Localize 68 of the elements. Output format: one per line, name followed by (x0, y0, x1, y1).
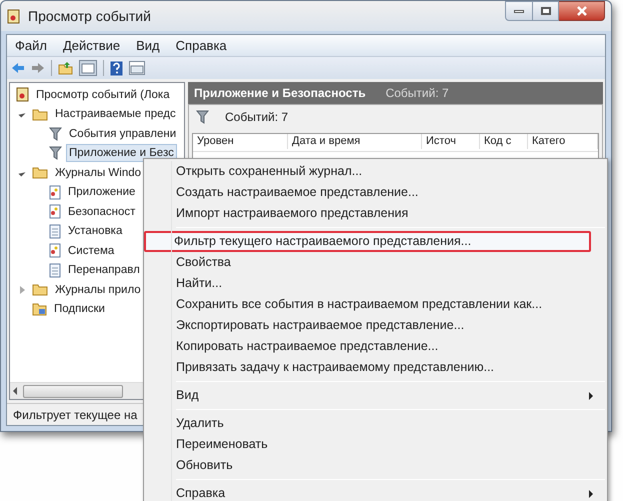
tree-item[interactable]: Настраиваемые предс (52, 105, 179, 124)
event-viewer-icon (16, 87, 29, 102)
tree-item[interactable]: Журналы Windo (52, 164, 144, 182)
context-menu-item[interactable]: Переименовать (146, 434, 605, 455)
log-icon (49, 224, 61, 239)
context-menu-item[interactable]: Обновить (146, 455, 605, 476)
tree-item[interactable]: Журналы прило (52, 280, 144, 299)
folder-up-icon[interactable] (58, 61, 73, 75)
context-menu-item[interactable]: Открыть сохраненный журнал... (146, 161, 605, 182)
context-menu-item[interactable]: Справка (146, 483, 605, 501)
context-menu-item[interactable]: Экспортировать настраиваемое представление... (146, 315, 605, 336)
menu-item[interactable]: Вид (136, 36, 160, 56)
tree-item[interactable]: Подписки (51, 300, 108, 318)
context-menu-item[interactable]: Импорт настраиваемого представления (146, 203, 605, 224)
folder-icon (32, 166, 48, 180)
panel-icon[interactable] (79, 60, 97, 76)
menu-item[interactable]: Справка (176, 36, 227, 56)
column-header[interactable]: Катего (528, 134, 598, 149)
tree-item[interactable]: Система (65, 242, 118, 260)
context-menu-item[interactable]: Вид (146, 385, 605, 406)
menu-item[interactable]: Файл (15, 36, 47, 56)
tree-item[interactable]: Просмотр событий (Лока (33, 86, 173, 104)
help-icon[interactable] (110, 60, 123, 76)
maximize-button[interactable] (533, 1, 559, 21)
tree-item[interactable]: Безопасност (65, 202, 138, 221)
tree-item[interactable]: Установка (65, 222, 126, 240)
log-icon (49, 184, 61, 200)
log-icon (49, 262, 61, 278)
column-header[interactable]: Код с (480, 134, 528, 149)
context-menu-item[interactable]: Создать настраиваемое представление... (146, 182, 605, 203)
forward-arrow-icon[interactable] (31, 62, 45, 74)
column-header[interactable]: Уровен (193, 134, 288, 149)
pane-title: Приложение и Безопасность (194, 85, 366, 102)
column-header[interactable]: Источ (422, 134, 480, 149)
collapsed-arrow-icon[interactable] (20, 286, 24, 294)
submenu-arrow-icon (589, 392, 593, 400)
menu-item[interactable]: Действие (62, 36, 120, 56)
minimize-button[interactable] (505, 1, 533, 21)
event-count: Событий: 7 (386, 85, 449, 102)
log-icon (49, 204, 61, 220)
tree-item[interactable]: Приложение (65, 183, 138, 202)
submenu-arrow-icon (589, 490, 593, 498)
tree-item[interactable]: Перенаправл (65, 261, 143, 280)
log-icon (49, 243, 61, 258)
panel-icon[interactable] (129, 61, 145, 75)
context-menu-item[interactable]: Привязать задачу к настраиваемому представлению... (146, 357, 605, 378)
close-button[interactable] (559, 1, 605, 21)
context-menu-item[interactable]: Свойства (146, 252, 605, 273)
window-title: Просмотр событий (28, 6, 151, 26)
folder-icon (32, 283, 48, 296)
context-menu-item[interactable]: Найти... (146, 273, 605, 294)
status-text: Фильтрует текущее на (13, 406, 138, 424)
context-menu-item[interactable]: Копировать настраиваемое представление... (146, 336, 605, 357)
back-arrow-icon[interactable] (11, 62, 25, 74)
close-icon (576, 6, 588, 16)
event-viewer-icon (7, 8, 20, 24)
filter-icon (49, 126, 62, 141)
tree-item[interactable]: Приложение и Безс (66, 144, 177, 162)
context-menu-item[interactable]: Удалить (146, 413, 605, 434)
tree-item[interactable]: События управлени (66, 124, 180, 143)
context-menu-item[interactable]: Сохранить все события в настраиваемом представлении как... (146, 294, 605, 315)
filter-count: Событий: 7 (225, 109, 288, 126)
column-header[interactable]: Дата и время (288, 134, 422, 149)
folder-icon (32, 108, 48, 121)
subscriptions-icon (32, 302, 47, 316)
context-menu-item[interactable]: Фильтр текущего настраиваемого представления... (144, 231, 591, 252)
filter-icon (49, 146, 62, 160)
filter-icon (196, 110, 209, 124)
